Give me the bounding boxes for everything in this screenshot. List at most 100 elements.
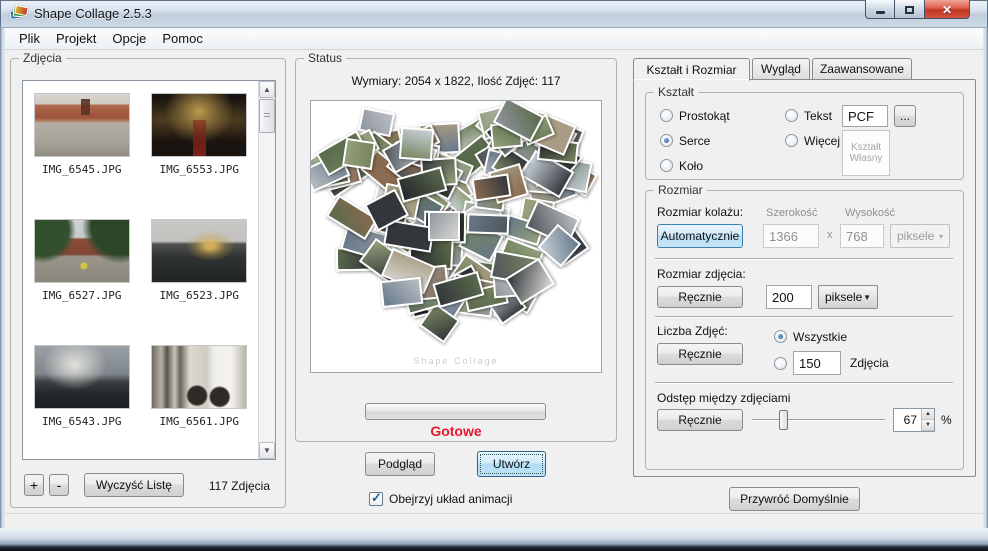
custom-shape-button[interactable]: Kształt Własny [842,130,890,176]
shape-text-input[interactable]: PCF [842,105,888,127]
photo-size-manual-button[interactable]: Ręcznie [657,286,743,308]
spacing-unit-label: % [941,413,952,427]
add-photo-button[interactable]: + [24,474,44,496]
menu-projekt[interactable]: Projekt [49,29,103,48]
animation-checkbox[interactable] [369,490,383,506]
watermark-text: Shape Collage [413,356,499,366]
photo-size-input[interactable]: 200 [766,285,812,309]
photo-thumbnail[interactable] [151,345,248,409]
spinner-up-icon[interactable]: ▲ [922,409,934,420]
radio-serce-label: Serce [679,134,711,148]
remove-photo-button[interactable]: - [49,474,69,496]
title-bar[interactable]: Shape Collage 2.5.3 ✕ [0,0,988,28]
tab-ksztalt-i-rozmiar[interactable]: Kształt i Rozmiar [633,58,750,81]
maximize-button[interactable] [895,0,925,19]
collage-dimensions-label: Wymiary: 2054 x 1822, Ilość Zdjęć: 117 [351,74,561,88]
maximize-icon [905,6,914,14]
photo-list[interactable]: IMG_6545.JPG IMG_6553.JPG IMG_6527.JPG I… [22,80,276,460]
collage-size-label: Rozmiar kolażu: [657,205,744,219]
collage-unit-select[interactable]: piksele ▾ [890,224,950,248]
status-group-title: Status [304,51,347,65]
spacing-manual-button[interactable]: Ręcznie [657,409,743,431]
collage-unit-value: piksele [897,229,935,243]
close-icon: ✕ [941,2,953,17]
radio-tekst[interactable] [785,109,798,122]
clear-list-button[interactable]: Wyczyść Listę [84,473,184,497]
tab-zaawansowane[interactable]: Zaawansowane [812,58,912,80]
window-frame [0,28,5,543]
browse-shape-button[interactable]: ... [894,105,916,127]
scroll-down-button[interactable]: ▼ [259,442,275,459]
photo-thumbnail[interactable] [151,219,248,283]
collage-tile [342,137,377,170]
spacing-value: 67 [903,413,917,427]
photo-item[interactable]: IMG_6543.JPG [23,345,141,471]
radio-kolo-label: Koło [679,159,704,173]
scrollbar-thumb[interactable] [259,99,275,133]
window-frame [0,528,988,551]
spacing-spinner[interactable]: 67 ▲ ▼ [893,408,935,432]
heart-collage-image [311,101,601,372]
photo-item[interactable]: IMG_6527.JPG [23,219,141,345]
width-label: Szerokość [766,207,818,219]
photo-count-section-label: Liczba Zdjęć: [657,324,728,338]
photo-thumbnail[interactable] [33,219,130,283]
photo-count-manual-button[interactable]: Ręcznie [657,343,743,365]
radio-kolo[interactable] [660,159,673,172]
photo-filename: IMG_6523.JPG [159,289,239,302]
custom-count-suffix: Zdjęcia [850,356,889,370]
radio-tekst-label: Tekst [804,109,833,123]
photo-size-unit-select[interactable]: piksele ▼ [818,285,878,309]
radio-wszystkie[interactable] [774,330,787,343]
collage-preview: Shape Collage [310,100,602,373]
radio-serce[interactable] [660,134,673,147]
photo-filename: IMG_6527.JPG [42,289,122,302]
scroll-up-button[interactable]: ▲ [259,81,275,98]
menu-opcje[interactable]: Opcje [105,29,153,48]
radio-prostokat[interactable] [660,109,673,122]
photo-thumbnail[interactable] [33,345,130,409]
photo-size-unit-value: piksele [825,290,863,304]
photo-thumbnail[interactable] [33,93,130,157]
photo-filename: IMG_6553.JPG [159,163,239,176]
chevron-down-icon: ▼ [863,292,871,302]
animation-checkbox-label: Obejrzyj układ animacji [389,492,513,506]
radio-wiecej[interactable] [785,134,798,147]
menu-bar: Plik Projekt Opcje Pomoc [4,28,984,50]
photo-item[interactable]: IMG_6553.JPG [141,93,259,219]
minimize-button[interactable] [865,0,895,19]
radio-wiecej-label: Więcej [804,134,841,148]
radio-wszystkie-label: Wszystkie [793,330,847,344]
photo-thumbnail[interactable] [151,93,248,157]
auto-size-button[interactable]: Automatycznie [657,224,743,248]
photo-filename: IMG_6561.JPG [159,415,239,428]
preview-button[interactable]: Podgląd [365,452,435,476]
photo-item[interactable]: IMG_6545.JPG [23,93,141,219]
close-button[interactable]: ✕ [925,0,970,19]
collage-width-input[interactable]: 1366 [763,224,819,248]
photo-size-label: Rozmiar zdjęcia: [657,267,746,281]
restore-defaults-button[interactable]: Przywróć Domyślnie [729,487,860,511]
radio-custom-count[interactable] [774,357,787,370]
collage-height-input[interactable]: 768 [840,224,884,248]
photo-filename: IMG_6545.JPG [42,163,122,176]
status-text: Gotowe [430,423,482,439]
collage-tile [427,211,460,242]
photo-list-scrollbar[interactable]: ▲ ▼ [258,81,275,459]
progress-bar [365,403,546,420]
menu-plik[interactable]: Plik [12,29,47,48]
photo-item[interactable]: IMG_6523.JPG [141,219,259,345]
size-group-title: Rozmiar [654,183,707,197]
tab-wyglad[interactable]: Wygląd [752,58,810,80]
spacing-slider-thumb[interactable] [778,410,788,430]
custom-count-input[interactable]: 150 [793,351,841,375]
create-button[interactable]: Utwórz [477,451,546,477]
spinner-down-icon[interactable]: ▼ [922,420,934,431]
arrow-down-icon: ▼ [263,445,271,455]
window-frame [983,28,988,543]
photo-item[interactable]: IMG_6561.JPG [141,345,259,471]
photo-filename: IMG_6543.JPG [42,415,122,428]
photo-count-label: 117 Zdjęcia [208,479,270,493]
menu-pomoc[interactable]: Pomoc [155,29,209,48]
spacing-slider-track[interactable] [752,419,885,421]
